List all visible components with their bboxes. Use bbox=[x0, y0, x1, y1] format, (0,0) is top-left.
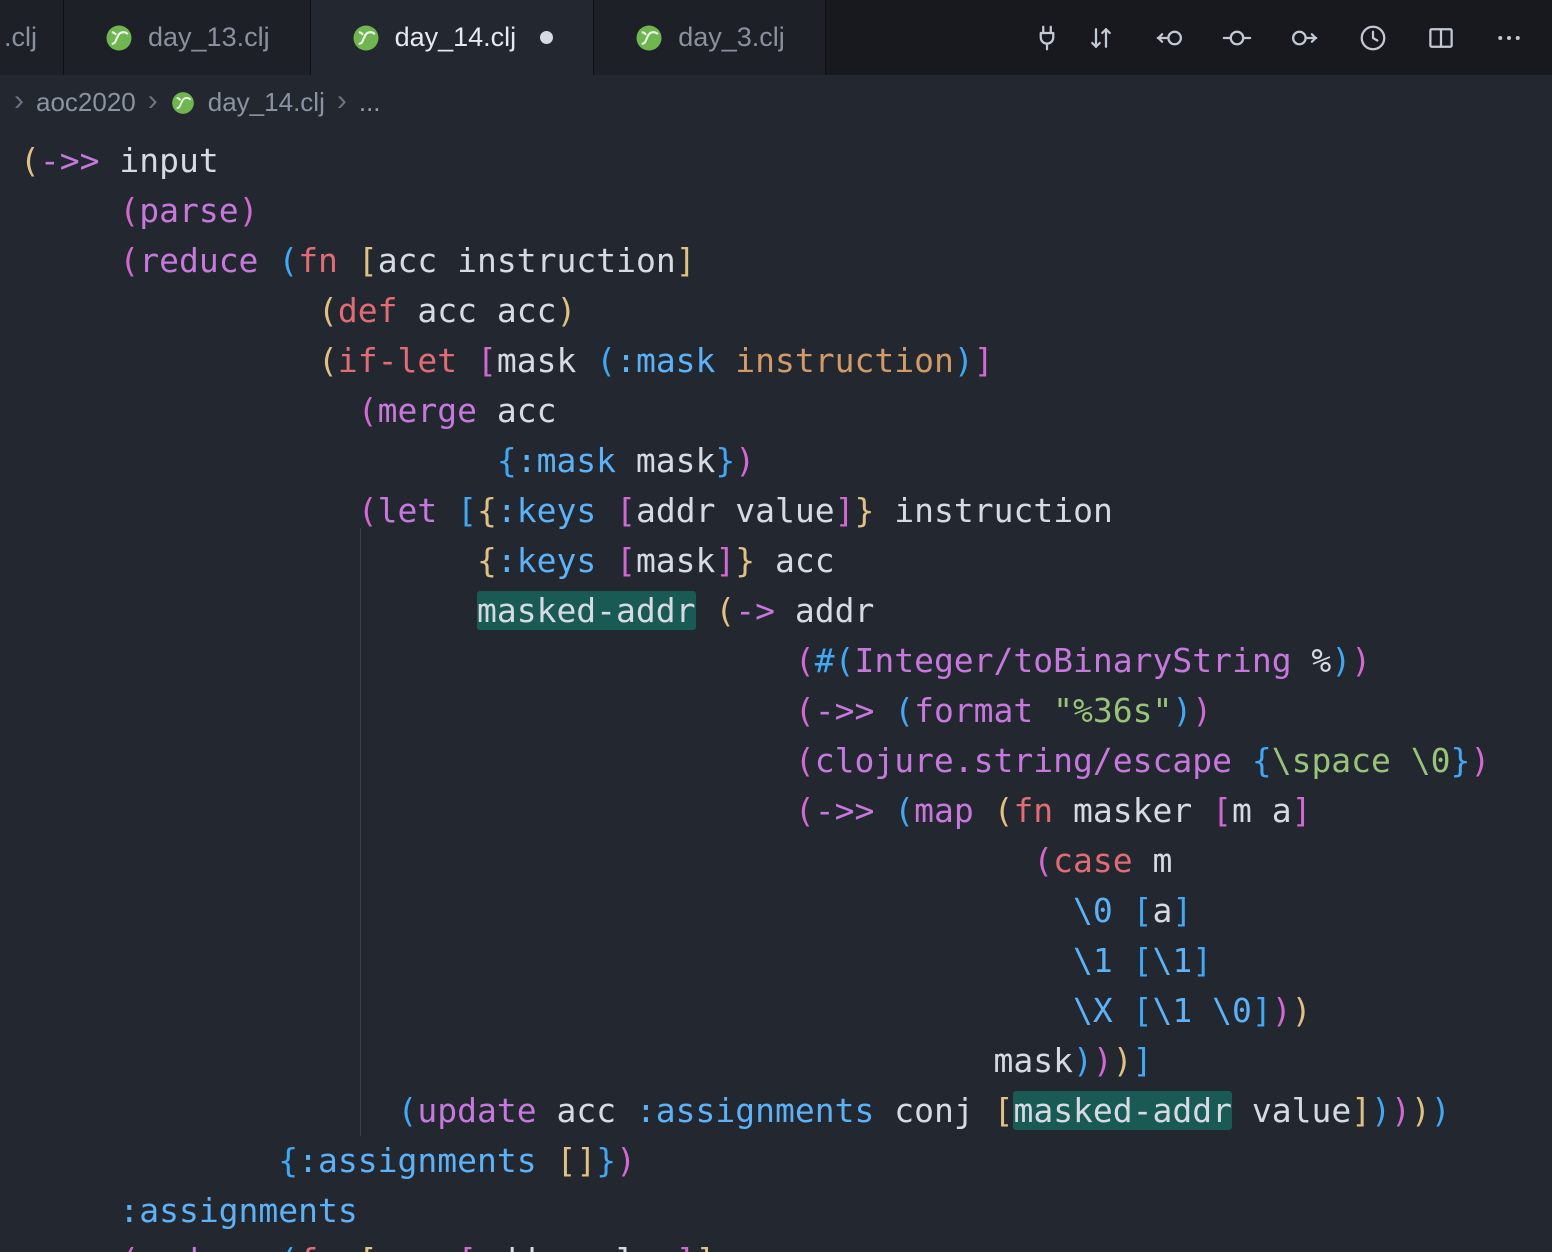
code-lines: (->> input (parse) (reduce (fn [acc inst… bbox=[0, 130, 1552, 1252]
code-line[interactable]: \1 [\1] bbox=[20, 936, 1552, 986]
code-line[interactable]: masked-addr (-> addr bbox=[20, 586, 1552, 636]
history-icon[interactable] bbox=[1356, 21, 1390, 55]
code-line[interactable]: \0 [a] bbox=[20, 886, 1552, 936]
run-from-cursor-icon[interactable] bbox=[1288, 21, 1322, 55]
code-line[interactable]: (clojure.string/escape {\space \0}) bbox=[20, 736, 1552, 786]
breadcrumb-project[interactable]: aoc2020 bbox=[36, 87, 136, 118]
code-line[interactable]: (reduce (fn [acc instruction] bbox=[20, 236, 1552, 286]
tab-day-14[interactable]: day_14.clj bbox=[311, 0, 595, 75]
clojure-file-icon bbox=[351, 23, 381, 53]
code-line[interactable]: (->> input bbox=[20, 136, 1552, 186]
chevron-right-icon: › bbox=[148, 86, 158, 116]
clojure-file-icon bbox=[104, 23, 134, 53]
modified-indicator-dot[interactable] bbox=[540, 31, 553, 44]
clojure-file-icon bbox=[634, 23, 664, 53]
code-line[interactable]: mask)))] bbox=[20, 1036, 1552, 1086]
code-line[interactable]: (parse) bbox=[20, 186, 1552, 236]
code-line[interactable]: {:mask mask}) bbox=[20, 436, 1552, 486]
code-line[interactable]: (merge acc bbox=[20, 386, 1552, 436]
clojure-file-icon bbox=[170, 90, 196, 116]
tab-label: day_13.clj bbox=[148, 22, 270, 53]
code-line[interactable]: (if-let [mask (:mask instruction)] bbox=[20, 336, 1552, 386]
code-editor[interactable]: (->> input (parse) (reduce (fn [acc inst… bbox=[0, 130, 1552, 1252]
code-line[interactable]: {:keys [mask]} acc bbox=[20, 536, 1552, 586]
code-line[interactable]: \X [\1 \0])) bbox=[20, 986, 1552, 1036]
code-line[interactable]: (update acc :assignments conj [masked-ad… bbox=[20, 1086, 1552, 1136]
repl-plug-icon[interactable] bbox=[1030, 21, 1064, 55]
code-line[interactable]: (->> (map (fn masker [m a] bbox=[20, 786, 1552, 836]
breadcrumb: › aoc2020 › day_14.clj › ... bbox=[0, 75, 1552, 130]
code-line[interactable]: (#(Integer/toBinaryString %)) bbox=[20, 636, 1552, 686]
tab-label: day_14.clj bbox=[395, 22, 517, 53]
run-to-cursor-icon[interactable] bbox=[1152, 21, 1186, 55]
breadcrumb-file[interactable]: day_14.clj bbox=[208, 87, 325, 118]
indent-guide bbox=[360, 528, 361, 1136]
breadcrumb-symbol-ellipsis[interactable]: ... bbox=[359, 87, 381, 118]
tab-day-3[interactable]: day_3.clj bbox=[594, 0, 826, 75]
code-line[interactable]: (case m bbox=[20, 836, 1552, 886]
tab-day-13[interactable]: day_13.clj bbox=[64, 0, 311, 75]
tab-bar: .clj day_13.clj day_14.clj bbox=[0, 0, 1552, 75]
chevron-right-icon: › bbox=[337, 86, 347, 116]
code-line[interactable]: :assignments bbox=[20, 1186, 1552, 1236]
code-line[interactable]: (->> (format "%36s")) bbox=[20, 686, 1552, 736]
vscode-window: .clj day_13.clj day_14.clj bbox=[0, 0, 1552, 1252]
tab-label: .clj bbox=[4, 22, 37, 53]
code-line[interactable]: {:assignments []}) bbox=[20, 1136, 1552, 1186]
code-line[interactable]: (let [{:keys [addr value]} instruction bbox=[20, 486, 1552, 536]
more-actions-icon[interactable] bbox=[1492, 21, 1526, 55]
split-editor-icon[interactable] bbox=[1424, 21, 1458, 55]
code-line[interactable]: (def acc acc) bbox=[20, 286, 1552, 336]
run-current-form-icon[interactable] bbox=[1220, 21, 1254, 55]
chevron-right-icon: › bbox=[14, 86, 24, 116]
tab-partial-file[interactable]: .clj bbox=[0, 0, 64, 75]
compare-changes-icon[interactable] bbox=[1084, 21, 1118, 55]
tab-label: day_3.clj bbox=[678, 22, 785, 53]
code-line[interactable]: (reduce (fn [acc [addr value]] bbox=[20, 1236, 1552, 1252]
editor-actions bbox=[1004, 0, 1552, 75]
